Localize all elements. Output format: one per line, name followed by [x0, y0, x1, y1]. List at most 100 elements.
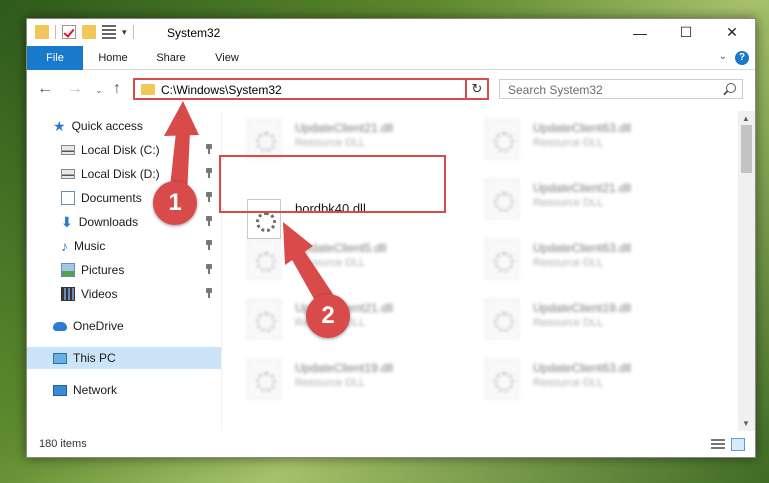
sidebar-item-quick-access[interactable]: ★ Quick access	[27, 115, 221, 137]
sidebar-item-music[interactable]: ♪ Music	[27, 235, 221, 257]
pin-icon[interactable]	[205, 240, 213, 250]
navigation-bar: ← → ⌄ ↑ C:\Windows\System32 ⌄ ↻ Search S…	[27, 71, 755, 107]
file-name: UpdateClient19.dll	[295, 361, 394, 375]
dll-file-icon	[247, 119, 281, 159]
sidebar-item-label: Quick access	[71, 119, 143, 133]
details-view-icon[interactable]	[711, 439, 725, 451]
pin-icon[interactable]	[205, 264, 213, 274]
pictures-icon	[61, 263, 75, 277]
star-icon: ★	[53, 118, 66, 134]
up-button[interactable]: ↑	[113, 80, 121, 98]
sidebar-item-label: Documents	[81, 191, 142, 205]
quick-access-toolbar: ▾	[35, 25, 134, 39]
list-item[interactable]: UpdateClient63.dll Resource DLL	[485, 359, 705, 403]
list-item[interactable]: UpdateClient63.dll Resource DLL	[485, 239, 705, 283]
pin-icon[interactable]	[205, 144, 213, 154]
tab-share[interactable]: Share	[145, 46, 197, 70]
dll-file-icon	[485, 179, 519, 219]
sidebar-item-network[interactable]: Network	[27, 379, 221, 401]
file-type: Resource DLL	[533, 257, 604, 269]
list-item[interactable]: UpdateClient19.dll Resource DLL	[485, 299, 705, 343]
forward-button[interactable]: →	[67, 80, 83, 98]
address-path[interactable]: C:\Windows\System32	[161, 83, 282, 97]
file-type: Resource DLL	[533, 137, 604, 149]
status-bar: 180 items	[27, 433, 755, 457]
list-item[interactable]: UpdateClient5.dll Resource DLL	[247, 239, 467, 283]
sidebar-item-label: Downloads	[78, 215, 139, 229]
music-icon: ♪	[61, 238, 68, 254]
close-button[interactable]: ✕	[709, 19, 755, 46]
file-type: Resource DLL	[295, 257, 366, 269]
customize-toolbar-chevron-icon[interactable]: ▾	[122, 27, 127, 38]
dll-file-icon	[485, 359, 519, 399]
address-bar[interactable]: C:\Windows\System32 ⌄	[133, 78, 488, 100]
file-type: Resource DLL	[533, 317, 604, 329]
folder-icon[interactable]	[35, 25, 49, 39]
step-1-badge: 1	[153, 181, 197, 225]
sidebar-item-videos[interactable]: Videos	[27, 283, 221, 305]
sidebar-item-this-pc[interactable]: This PC	[27, 347, 221, 369]
sidebar-item-label: Pictures	[81, 263, 125, 277]
minimize-button[interactable]: —	[617, 19, 663, 46]
scroll-thumb[interactable]	[741, 125, 752, 173]
properties-icon[interactable]	[102, 25, 116, 39]
tab-home[interactable]: Home	[87, 46, 139, 70]
maximize-button[interactable]: ☐	[663, 19, 709, 46]
large-icons-view-icon[interactable]	[731, 438, 745, 451]
file-name: UpdateClient63.dll	[533, 241, 632, 255]
sidebar-item-label: This PC	[73, 351, 116, 365]
sidebar-item-local-disk-d[interactable]: Local Disk (D:)	[27, 163, 221, 185]
recent-locations-chevron-icon[interactable]: ⌄	[95, 85, 103, 96]
sidebar-item-local-disk-c[interactable]: Local Disk (C:)	[27, 139, 221, 161]
computer-icon	[53, 352, 67, 364]
title-bar: ▾ System32 — ☐ ✕	[27, 19, 755, 46]
dll-file-icon	[247, 359, 281, 399]
step-2-badge: 2	[306, 294, 350, 338]
search-icon[interactable]	[726, 83, 736, 93]
file-name: UpdateClient5.dll	[295, 241, 387, 255]
network-icon	[53, 384, 67, 396]
file-type: Resource DLL	[295, 377, 366, 389]
sidebar-item-label: OneDrive	[73, 319, 124, 333]
file-name: UpdateClient63.dll	[533, 361, 632, 375]
tab-view[interactable]: View	[203, 46, 251, 70]
list-item[interactable]: UpdateClient21.dll Resource DLL	[247, 299, 467, 343]
file-type: Resource DLL	[533, 377, 604, 389]
download-icon: ⬇	[61, 214, 73, 230]
new-folder-icon[interactable]	[82, 25, 96, 39]
file-type: Resource DLL	[295, 137, 366, 149]
toolbar-divider	[132, 25, 134, 39]
scroll-up-arrow-icon[interactable]: ▲	[742, 114, 750, 123]
dll-file-icon	[247, 299, 281, 339]
list-item[interactable]: UpdateClient21.dll Resource DLL	[485, 179, 705, 223]
search-input[interactable]: Search System32	[499, 79, 743, 99]
disk-icon	[61, 169, 75, 179]
pin-icon[interactable]	[205, 288, 213, 298]
scroll-down-arrow-icon[interactable]: ▼	[742, 419, 750, 428]
expand-ribbon-chevron-icon[interactable]: ⌄	[719, 51, 727, 62]
pin-icon[interactable]	[205, 216, 213, 226]
list-item[interactable]: UpdateClient63.dll Resource DLL	[485, 119, 705, 163]
tab-file[interactable]: File	[27, 46, 83, 70]
pin-icon[interactable]	[205, 192, 213, 202]
disk-icon	[61, 145, 75, 155]
videos-icon	[61, 287, 75, 301]
toolbar-divider	[55, 25, 56, 39]
properties-check-icon[interactable]	[62, 25, 76, 39]
dll-file-icon	[247, 239, 281, 279]
search-placeholder: Search System32	[508, 83, 603, 97]
help-button[interactable]: ?	[735, 51, 749, 65]
pin-icon[interactable]	[205, 168, 213, 178]
sidebar-item-pictures[interactable]: Pictures	[27, 259, 221, 281]
refresh-button[interactable]: ↻	[465, 78, 489, 100]
file-name: UpdateClient21.dll	[295, 121, 394, 135]
back-button[interactable]: ←	[37, 80, 53, 98]
vertical-scrollbar[interactable]: ▲ ▼	[738, 111, 755, 431]
folder-icon	[141, 84, 155, 95]
ribbon: File Home Share View ⌄ ?	[27, 46, 755, 70]
sidebar-item-onedrive[interactable]: OneDrive	[27, 315, 221, 337]
sidebar-item-label: Network	[73, 383, 118, 397]
file-explorer-window: ▾ System32 — ☐ ✕ File Home Share View ⌄ …	[26, 18, 756, 458]
list-item[interactable]: UpdateClient19.dll Resource DLL	[247, 359, 467, 403]
focus-file-highlight	[219, 155, 446, 213]
